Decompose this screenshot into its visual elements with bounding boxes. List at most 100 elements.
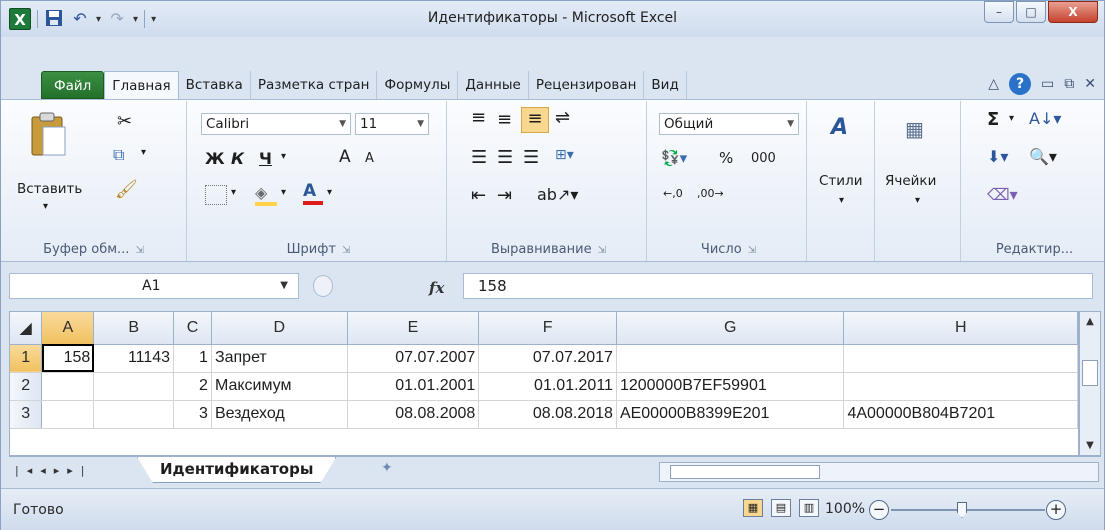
bold-button[interactable]: Ж (205, 149, 225, 168)
align-middle-icon[interactable]: ≡ (497, 109, 512, 130)
minimize-button[interactable]: – (984, 1, 1014, 23)
zoom-level[interactable]: 100% (825, 501, 865, 517)
paste-button[interactable]: Вставить (17, 181, 82, 197)
increase-indent-icon[interactable]: ⇥ (497, 185, 512, 206)
font-size-select[interactable]: 11 ▼ (355, 113, 429, 135)
select-all-button[interactable]: ◢ (10, 312, 43, 345)
cell-g1[interactable] (616, 344, 845, 373)
row-header[interactable]: 3 (10, 400, 43, 429)
zoom-out-icon[interactable]: − (869, 500, 889, 520)
cell-e1[interactable]: 07.07.2007 (347, 344, 480, 373)
vertical-scrollbar[interactable]: ▲ ▼ (1079, 311, 1101, 456)
cell-h3[interactable]: 4A00000B804B7201 (843, 400, 1078, 429)
page-layout-view-icon[interactable]: ▤ (771, 499, 791, 517)
sort-filter-icon[interactable]: A↓▾ (1029, 109, 1061, 128)
grow-font-button[interactable]: A (339, 147, 351, 167)
autosum-dropdown-icon[interactable]: ▾ (1009, 113, 1014, 124)
name-box[interactable]: A1 ▼ (9, 273, 299, 299)
workbook-restore-icon[interactable]: ⧉ (1064, 76, 1074, 92)
fill-icon[interactable]: ⬇▾ (987, 147, 1008, 166)
styles-button[interactable]: Стили (819, 173, 862, 189)
cell-e2[interactable]: 01.01.2001 (347, 372, 480, 401)
column-header-c[interactable]: C (173, 312, 212, 345)
minimize-ribbon-icon[interactable]: △ (988, 76, 999, 92)
font-color-dropdown-icon[interactable]: ▾ (327, 187, 332, 198)
format-painter-icon[interactable]: 🖌 (115, 179, 138, 200)
cells-dropdown-icon[interactable]: ▾ (915, 195, 920, 206)
workbook-close-icon[interactable]: ✕ (1084, 76, 1096, 92)
close-button[interactable]: X (1048, 1, 1098, 23)
tab-formulas[interactable]: Формулы (377, 71, 459, 99)
dialog-launcher-icon[interactable]: ⇲ (748, 245, 756, 256)
cell-d1[interactable]: Запрет (211, 344, 348, 373)
cut-icon[interactable]: ✂ (117, 111, 132, 132)
cell-a1[interactable]: 158 (41, 344, 95, 373)
normal-view-icon[interactable]: ▦ (743, 499, 763, 517)
cell-c1[interactable]: 1 (173, 344, 212, 373)
dialog-launcher-icon[interactable]: ⇲ (598, 245, 606, 256)
wrap-text-icon[interactable]: ⇌ (555, 107, 570, 128)
font-family-select[interactable]: Calibri ▼ (201, 113, 351, 135)
tab-home[interactable]: Главная (104, 71, 179, 99)
scroll-thumb[interactable] (1082, 360, 1098, 386)
underline-button[interactable]: Ч (259, 149, 272, 168)
worksheet-grid[interactable]: ◢ A B C D E F G H 1 158 11143 1 Запрет 0… (9, 311, 1079, 456)
borders-dropdown-icon[interactable]: ▾ (231, 187, 236, 198)
formula-expand-handle[interactable] (313, 275, 333, 297)
zoom-in-icon[interactable]: + (1046, 500, 1066, 520)
page-break-view-icon[interactable]: ▥ (799, 499, 819, 517)
dialog-launcher-icon[interactable]: ⇲ (135, 245, 143, 256)
scroll-up-icon[interactable]: ▲ (1080, 316, 1100, 327)
cell-f2[interactable]: 01.01.2011 (478, 372, 617, 401)
find-select-icon[interactable]: 🔍▾ (1029, 147, 1057, 166)
row-header[interactable]: 2 (10, 372, 43, 401)
zoom-slider[interactable] (891, 509, 1045, 511)
column-header-d[interactable]: D (211, 312, 348, 345)
align-top-icon[interactable]: ≡ (471, 107, 486, 128)
autosum-button[interactable]: Σ (987, 109, 999, 130)
cell-c3[interactable]: 3 (173, 400, 212, 429)
clear-icon[interactable]: ⌫▾ (987, 185, 1018, 204)
column-header-h[interactable]: H (843, 312, 1078, 345)
cell-d2[interactable]: Максимум (211, 372, 348, 401)
workbook-minimize-icon[interactable]: ▭ (1041, 76, 1054, 92)
sheet-nav-buttons[interactable]: |◂◂▸▸| (15, 464, 93, 477)
column-header-b[interactable]: B (93, 312, 175, 345)
fill-color-icon[interactable]: ◈ (255, 183, 277, 206)
align-center-icon[interactable]: ☰ (497, 147, 513, 168)
zoom-slider-thumb[interactable] (957, 502, 967, 518)
help-icon[interactable]: ? (1009, 73, 1032, 95)
column-header-e[interactable]: E (347, 312, 480, 345)
formula-input[interactable]: 158 (463, 273, 1093, 299)
cells-button[interactable]: Ячейки (885, 173, 936, 189)
paste-icon[interactable] (29, 111, 69, 163)
sheet-tab-active[interactable]: Идентификаторы (137, 457, 337, 483)
h-scroll-thumb[interactable] (670, 465, 820, 479)
decrease-indent-icon[interactable]: ⇤ (471, 185, 486, 206)
orientation-icon[interactable]: ab↗▾ (537, 185, 578, 204)
styles-dropdown-icon[interactable]: ▾ (839, 195, 844, 206)
cell-e3[interactable]: 08.08.2008 (347, 400, 480, 429)
tab-data[interactable]: Данные (458, 71, 529, 99)
column-header-g[interactable]: G (616, 312, 845, 345)
cell-g2[interactable]: 1200000B7EF59901 (616, 372, 845, 401)
dialog-launcher-icon[interactable]: ⇲ (342, 245, 350, 256)
merge-center-icon[interactable]: ⊞▾ (555, 147, 574, 163)
cell-a3[interactable] (41, 400, 95, 429)
cell-h1[interactable] (843, 344, 1078, 373)
maximize-button[interactable]: □ (1016, 1, 1046, 23)
align-bottom-icon[interactable]: ≡ (521, 107, 549, 133)
cell-d3[interactable]: Вездеход (211, 400, 348, 429)
row-header[interactable]: 1 (10, 344, 43, 373)
cell-b1[interactable]: 11143 (93, 344, 175, 373)
cell-f1[interactable]: 07.07.2017 (478, 344, 617, 373)
cell-a2[interactable] (41, 372, 95, 401)
borders-icon[interactable] (205, 185, 227, 205)
cell-c2[interactable]: 2 (173, 372, 212, 401)
column-header-a[interactable]: A (41, 312, 95, 345)
decrease-decimal-icon[interactable]: ,00→ (697, 187, 724, 200)
shrink-font-button[interactable]: A (365, 151, 374, 166)
horizontal-scrollbar[interactable] (659, 462, 1099, 482)
number-format-select[interactable]: Общий ▼ (659, 113, 799, 135)
cell-f3[interactable]: 08.08.2018 (478, 400, 617, 429)
